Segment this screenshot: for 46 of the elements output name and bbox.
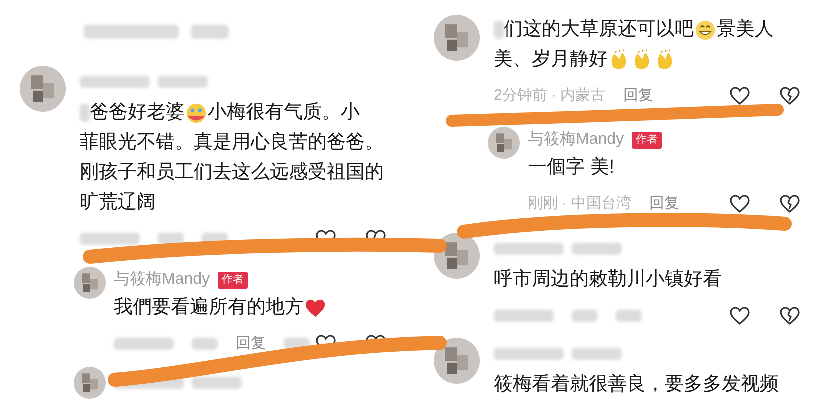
comment-text: 筱梅看着就很善良，要多多发视频: [494, 372, 779, 397]
author-badge: 作者: [632, 132, 662, 148]
blurred-text: [192, 338, 218, 350]
like-icon[interactable]: [728, 192, 752, 216]
blurred-text: [192, 377, 242, 389]
username: 与筱梅Mandy: [114, 270, 210, 290]
avatar: [434, 15, 480, 61]
comment-text: 旷荒辽阔: [80, 190, 156, 215]
comment-text: 菲眼光不错。真是用心良苦的爸爸。: [80, 130, 384, 155]
like-icon[interactable]: [728, 84, 752, 108]
comment-text: 刚孩子和员工们去这么远感受祖国的: [80, 160, 384, 185]
dislike-icon[interactable]: [778, 84, 802, 108]
reply-link[interactable]: 回复: [649, 192, 680, 216]
comment-text: 们这的大草原还可以吧: [504, 18, 694, 42]
avatar: [488, 127, 520, 159]
avatar: [20, 66, 66, 112]
blurred-text: [494, 21, 504, 39]
avatar: [74, 367, 106, 399]
laughing-face-icon: [185, 102, 208, 124]
like-icon[interactable]: [728, 304, 752, 328]
username: 与筱梅Mandy: [528, 130, 624, 150]
comment-time: 2分钟前 · 内蒙古: [494, 86, 606, 106]
comment-text: 一個字 美!: [528, 156, 615, 180]
avatar: [74, 267, 106, 299]
comment-time: 刚刚 · 中国台湾: [528, 194, 632, 214]
blurred-text: [572, 243, 622, 255]
blurred-text: [80, 104, 90, 122]
blurred-text: [572, 310, 598, 322]
reply-link[interactable]: 回复: [236, 332, 266, 356]
blurred-text: [158, 76, 208, 88]
comment-text: 美、岁月静好: [494, 48, 608, 72]
comment-text: 我們要看遍所有的地方: [114, 296, 304, 320]
comment-text: 小梅很有气质。小: [208, 100, 360, 125]
blurred-text: [191, 25, 229, 39]
grinning-face-icon: [694, 18, 717, 42]
reply-link[interactable]: 回复: [624, 84, 654, 108]
dislike-icon[interactable]: [778, 192, 802, 216]
avatar: [434, 233, 480, 279]
author-badge: 作者: [218, 272, 248, 288]
comment-text: 呼市周边的敕勒川小镇好看: [494, 268, 722, 292]
avatar: [434, 338, 480, 384]
blurred-text: [572, 348, 622, 360]
comment-text: 爸爸好老婆: [90, 100, 185, 125]
blurred-text: [616, 310, 642, 322]
dislike-icon[interactable]: [778, 304, 802, 328]
comment-text: 景美人: [717, 18, 774, 42]
